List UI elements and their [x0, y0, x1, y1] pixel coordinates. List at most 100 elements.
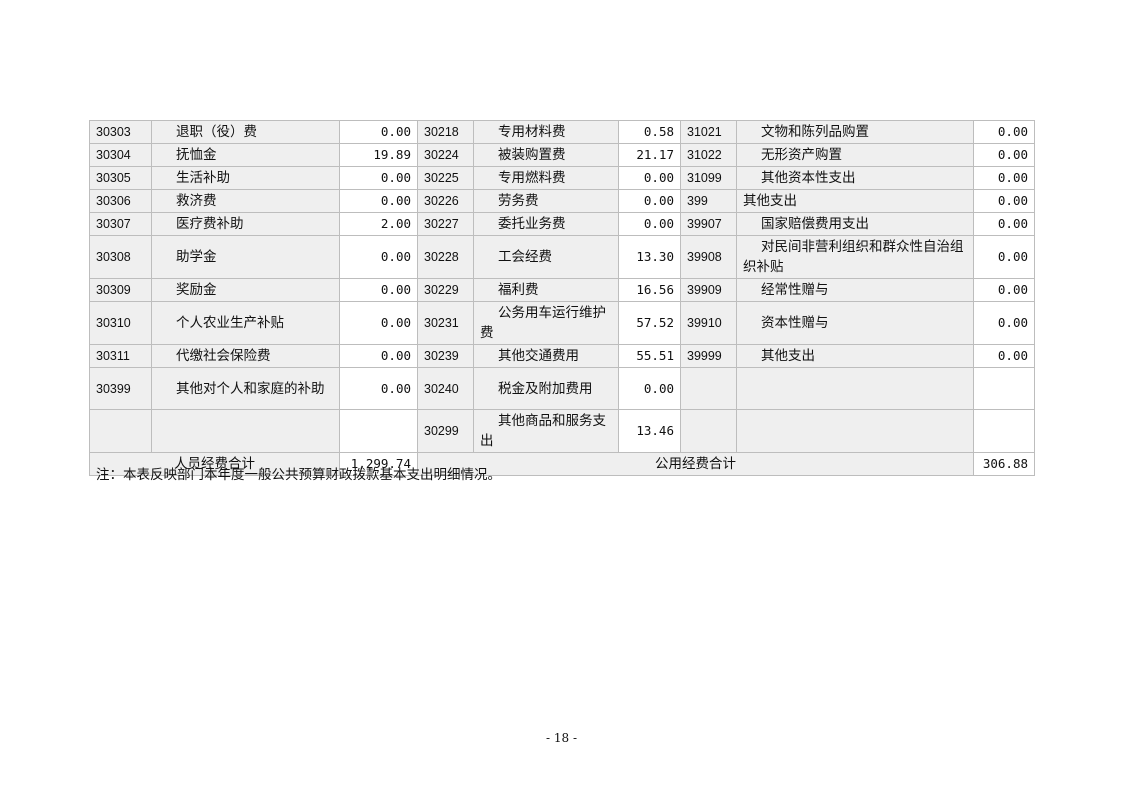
item-name-cell: 税金及附加费用 [473, 367, 619, 410]
economic-code-cell: 39908 [680, 235, 737, 279]
table-row: 30309 奖励金 0.00 30229 福利费 16.56 39909 经常性赠与 0.00 [89, 278, 1035, 302]
economic-code-cell: 30307 [89, 212, 152, 236]
table-row: 30304 抚恤金 19.89 30224 被装购置费 21.17 31022 无形资产购置 0… [89, 143, 1035, 167]
item-name-cell: 退职（役）费 [151, 120, 340, 144]
amount-cell: 13.46 [618, 409, 681, 453]
item-name-cell: 文物和陈列品购置 [736, 120, 974, 144]
economic-code-cell [680, 367, 737, 410]
item-name-cell: 其他支出 [736, 344, 974, 368]
amount-cell: 0.00 [618, 166, 681, 190]
amount-cell: 0.00 [973, 344, 1035, 368]
amount-cell: 0.00 [973, 278, 1035, 302]
amount-cell: 0.00 [618, 189, 681, 213]
item-name-cell: 其他交通费用 [473, 344, 619, 368]
table-row: 30308 助学金 0.00 30228 工会经费 13.30 39908 对民间非营利组织和… [89, 235, 1035, 279]
item-name-cell: 其他资本性支出 [736, 166, 974, 190]
amount-cell: 0.00 [339, 344, 418, 368]
item-name-cell: 个人农业生产补贴 [151, 301, 340, 345]
amount-cell: 0.00 [339, 120, 418, 144]
economic-code-cell [89, 409, 152, 453]
item-name-cell [151, 409, 340, 453]
amount-cell [973, 367, 1035, 410]
table-note: 注：本表反映部门本年度一般公共预算财政拨款基本支出明细情况。 [96, 467, 501, 483]
item-name-cell: 公务用车运行维护费 [473, 301, 619, 345]
item-name-cell: 其他对个人和家庭的补助 [151, 367, 340, 410]
table-row: 30305 生活补助 0.00 30225 专用燃料费 0.00 31099 其他资本性支出 0… [89, 166, 1035, 190]
item-name-cell: 代缴社会保险费 [151, 344, 340, 368]
item-name-cell: 专用燃料费 [473, 166, 619, 190]
economic-code-cell: 39910 [680, 301, 737, 345]
amount-cell: 0.00 [618, 367, 681, 410]
amount-cell: 0.00 [339, 301, 418, 345]
amount-cell: 0.58 [618, 120, 681, 144]
table-row: 30299 其他商品和服务支出 13.46 [89, 409, 1035, 453]
economic-code-cell: 30225 [417, 166, 474, 190]
amount-cell [973, 409, 1035, 453]
item-name-cell: 委托业务费 [473, 212, 619, 236]
amount-cell: 57.52 [618, 301, 681, 345]
item-name-cell: 专用材料费 [473, 120, 619, 144]
amount-cell [339, 409, 418, 453]
amount-cell: 0.00 [973, 143, 1035, 167]
table-row: 30307 医疗费补助 2.00 30227 委托业务费 0.00 39907 国家赔偿费用支… [89, 212, 1035, 236]
economic-code-cell: 30224 [417, 143, 474, 167]
economic-code-cell: 30227 [417, 212, 474, 236]
economic-code-cell: 30228 [417, 235, 474, 279]
item-name-cell: 救济费 [151, 189, 340, 213]
amount-cell: 13.30 [618, 235, 681, 279]
economic-code-cell: 31021 [680, 120, 737, 144]
table-row: 30306 救济费 0.00 30226 劳务费 0.00 399 其他支出 0.00 [89, 189, 1035, 213]
item-name-cell [736, 367, 974, 410]
item-name-cell: 对民间非营利组织和群众性自治组织补贴 [736, 235, 974, 279]
item-name-cell: 生活补助 [151, 166, 340, 190]
item-name-cell: 其他支出 [736, 189, 974, 213]
amount-cell: 0.00 [973, 212, 1035, 236]
amount-cell: 0.00 [973, 189, 1035, 213]
item-name-cell: 劳务费 [473, 189, 619, 213]
public-total-value: 306.88 [973, 452, 1035, 476]
economic-code-cell: 30229 [417, 278, 474, 302]
item-name-cell: 资本性赠与 [736, 301, 974, 345]
economic-code-cell: 30306 [89, 189, 152, 213]
economic-code-cell: 30231 [417, 301, 474, 345]
economic-code-cell: 31022 [680, 143, 737, 167]
item-name-cell: 抚恤金 [151, 143, 340, 167]
amount-cell: 0.00 [339, 367, 418, 410]
economic-code-cell: 30309 [89, 278, 152, 302]
amount-cell: 0.00 [618, 212, 681, 236]
economic-code-cell: 30305 [89, 166, 152, 190]
amount-cell: 21.17 [618, 143, 681, 167]
economic-code-cell: 30399 [89, 367, 152, 410]
table-row: 30303 退职（役）费 0.00 30218 专用材料费 0.58 31021 文物和陈列品… [89, 120, 1035, 144]
item-name-cell: 工会经费 [473, 235, 619, 279]
table-row: 30311 代缴社会保险费 0.00 30239 其他交通费用 55.51 39999 其他支… [89, 344, 1035, 368]
item-name-cell: 助学金 [151, 235, 340, 279]
economic-code-cell: 30310 [89, 301, 152, 345]
amount-cell: 0.00 [339, 278, 418, 302]
economic-code-cell: 30308 [89, 235, 152, 279]
table-row: 30310 个人农业生产补贴 0.00 30231 公务用车运行维护费 57.52 3991… [89, 301, 1035, 345]
amount-cell: 0.00 [339, 166, 418, 190]
item-name-cell: 福利费 [473, 278, 619, 302]
economic-code-cell: 39907 [680, 212, 737, 236]
page-number: - 18 - [545, 731, 577, 745]
item-name-cell: 无形资产购置 [736, 143, 974, 167]
amount-cell: 0.00 [973, 166, 1035, 190]
amount-cell: 0.00 [973, 120, 1035, 144]
amount-cell: 2.00 [339, 212, 418, 236]
economic-code-cell: 30299 [417, 409, 474, 453]
economic-code-cell: 399 [680, 189, 737, 213]
economic-code-cell: 30304 [89, 143, 152, 167]
amount-cell: 16.56 [618, 278, 681, 302]
amount-cell: 55.51 [618, 344, 681, 368]
economic-code-cell: 30226 [417, 189, 474, 213]
amount-cell: 0.00 [339, 235, 418, 279]
economic-code-cell [680, 409, 737, 453]
economic-code-cell: 30303 [89, 120, 152, 144]
amount-cell: 0.00 [339, 189, 418, 213]
economic-code-cell: 30240 [417, 367, 474, 410]
economic-code-cell: 30218 [417, 120, 474, 144]
economic-code-cell: 30311 [89, 344, 152, 368]
item-name-cell: 医疗费补助 [151, 212, 340, 236]
economic-code-cell: 30239 [417, 344, 474, 368]
